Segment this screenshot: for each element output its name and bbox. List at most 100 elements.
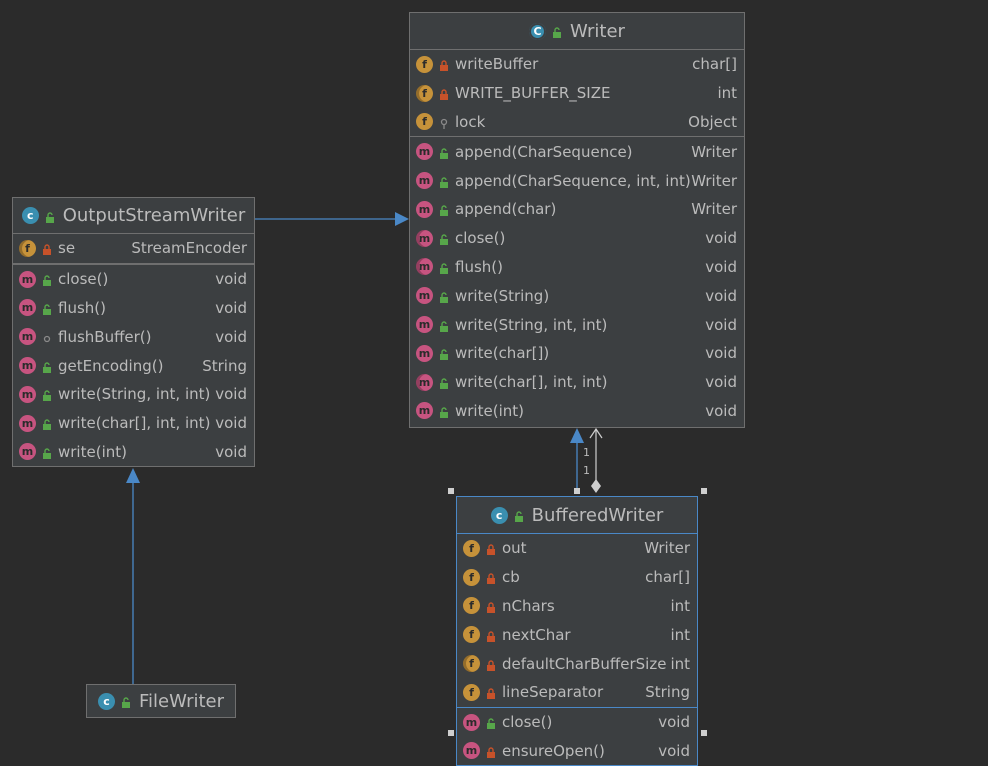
method-name: close(): [455, 229, 506, 248]
return-type: String: [202, 356, 247, 375]
return-type: void: [215, 414, 247, 433]
return-type: Writer: [691, 200, 737, 219]
method-row[interactable]: m write(String) void: [410, 281, 744, 310]
field-type: int: [670, 625, 690, 644]
method-icon: m: [19, 443, 36, 461]
method-row[interactable]: m close() void: [13, 265, 254, 294]
private-visibility-icon: [486, 600, 496, 613]
bufferedwriter-class-box[interactable]: c BufferedWriter f out Writer f cb char[] f nCh…: [456, 496, 698, 766]
field-name: lock: [455, 112, 486, 131]
method-icon: m: [416, 229, 433, 247]
field-row[interactable]: f writeBuffer char[]: [410, 50, 744, 79]
selection-handle-top-center[interactable]: [574, 488, 580, 494]
outputstreamwriter-title: OutputStreamWriter: [62, 205, 246, 226]
method-name: flush(): [58, 298, 106, 317]
private-visibility-icon: [42, 242, 52, 256]
field-row[interactable]: f nChars int: [457, 592, 697, 621]
outputstreamwriter-class-box[interactable]: c OutputStreamWriter f se StreamEncoder m c…: [12, 197, 255, 467]
method-row[interactable]: m flush() void: [13, 294, 254, 323]
field-row[interactable]: f out Writer: [457, 534, 697, 563]
method-name: append(CharSequence): [455, 142, 633, 161]
public-lock-icon: [121, 695, 131, 708]
method-row[interactable]: m getEncoding() String: [13, 351, 254, 380]
filewriter-header[interactable]: c FileWriter: [87, 685, 235, 717]
selection-handle-top-right[interactable]: [701, 488, 707, 494]
public-visibility-icon: [42, 273, 52, 287]
return-type: void: [705, 373, 737, 392]
method-name: flush(): [455, 257, 503, 276]
method-name: append(char): [455, 200, 557, 219]
method-row[interactable]: m write(String, int, int) void: [13, 380, 254, 409]
return-type: void: [705, 315, 737, 334]
method-row[interactable]: m close() void: [410, 224, 744, 253]
field-icon: f: [463, 683, 480, 701]
method-row[interactable]: m flushBuffer() void: [13, 322, 254, 351]
method-row[interactable]: m append(CharSequence, int, int) Writer: [410, 166, 744, 195]
method-name: write(char[], int, int): [455, 373, 608, 392]
writer-header[interactable]: C Writer: [410, 13, 744, 50]
method-name: flushBuffer(): [58, 327, 152, 346]
public-visibility-icon: [439, 405, 449, 418]
selection-handle-middle-left[interactable]: [448, 730, 454, 736]
private-visibility-icon: [439, 58, 449, 72]
method-row[interactable]: m write(String, int, int) void: [410, 310, 744, 339]
private-visibility-icon: [439, 87, 449, 101]
method-row[interactable]: m close() void: [457, 708, 697, 737]
private-visibility-icon: [486, 542, 496, 556]
method-icon: m: [19, 357, 36, 375]
field-type: char[]: [692, 55, 737, 74]
public-lock-icon: [45, 210, 55, 223]
writer-fields: f writeBuffer char[] f WRITE_BUFFER_SIZE int f…: [410, 50, 744, 138]
field-type: String: [645, 683, 690, 702]
method-row[interactable]: m write(char[], int, int) void: [13, 409, 254, 438]
field-name: nChars: [502, 596, 555, 615]
field-row[interactable]: f nextChar int: [457, 620, 697, 649]
class-icon: c: [97, 692, 115, 710]
method-row[interactable]: m write(char[]) void: [410, 339, 744, 368]
method-icon: m: [416, 143, 433, 161]
method-name: write(int): [455, 401, 524, 420]
field-row[interactable]: f lock Object: [410, 108, 744, 137]
method-name: close(): [58, 270, 109, 289]
method-icon: m: [416, 373, 433, 391]
field-row[interactable]: f se StreamEncoder: [13, 234, 254, 263]
field-row[interactable]: f defaultCharBufferSize int: [457, 649, 697, 678]
public-visibility-icon: [439, 376, 449, 390]
method-row[interactable]: m flush() void: [410, 253, 744, 282]
field-row[interactable]: f lineSeparator String: [457, 678, 697, 707]
selection-handle-middle-right[interactable]: [701, 730, 707, 736]
selection-handle-top-left[interactable]: [448, 488, 454, 494]
method-row[interactable]: m write(int) void: [410, 397, 744, 426]
method-row[interactable]: m ensureOpen() void: [457, 737, 697, 766]
field-type: int: [670, 654, 690, 673]
method-row[interactable]: m append(CharSequence) Writer: [410, 137, 744, 166]
class-icon: c: [21, 207, 39, 224]
public-visibility-icon: [439, 261, 449, 274]
writer-class-box[interactable]: C Writer f writeBuffer char[] f WRITE_BUFFER…: [409, 12, 745, 428]
method-name: ensureOpen(): [502, 741, 605, 760]
filewriter-class-box[interactable]: c FileWriter: [86, 684, 236, 718]
public-visibility-icon: [42, 388, 52, 402]
field-name: se: [58, 239, 76, 258]
class-icon: c: [490, 506, 508, 524]
return-type: void: [705, 344, 737, 363]
field-name: cb: [502, 568, 520, 587]
bufferedwriter-header[interactable]: c BufferedWriter: [457, 497, 697, 534]
field-type: int: [717, 84, 737, 103]
field-row[interactable]: f WRITE_BUFFER_SIZE int: [410, 79, 744, 108]
method-row[interactable]: m write(int) void: [13, 438, 254, 467]
field-name: nextChar: [502, 625, 571, 644]
method-row[interactable]: m append(char) Writer: [410, 195, 744, 224]
package-visibility-icon: [42, 331, 52, 343]
field-type: Object: [688, 112, 737, 131]
outputstreamwriter-header[interactable]: c OutputStreamWriter: [13, 198, 254, 234]
method-row[interactable]: m write(char[], int, int) void: [410, 368, 744, 397]
return-type: void: [705, 401, 737, 420]
field-type: char[]: [645, 568, 690, 587]
field-row[interactable]: f cb char[]: [457, 563, 697, 592]
method-name: write(char[], int, int): [58, 414, 211, 433]
outputstreamwriter-methods: m close() void m flush() void m flushBuffer() vo…: [13, 265, 254, 467]
public-visibility-icon: [42, 302, 52, 315]
method-icon: m: [19, 270, 36, 288]
field-icon: f: [463, 539, 480, 557]
